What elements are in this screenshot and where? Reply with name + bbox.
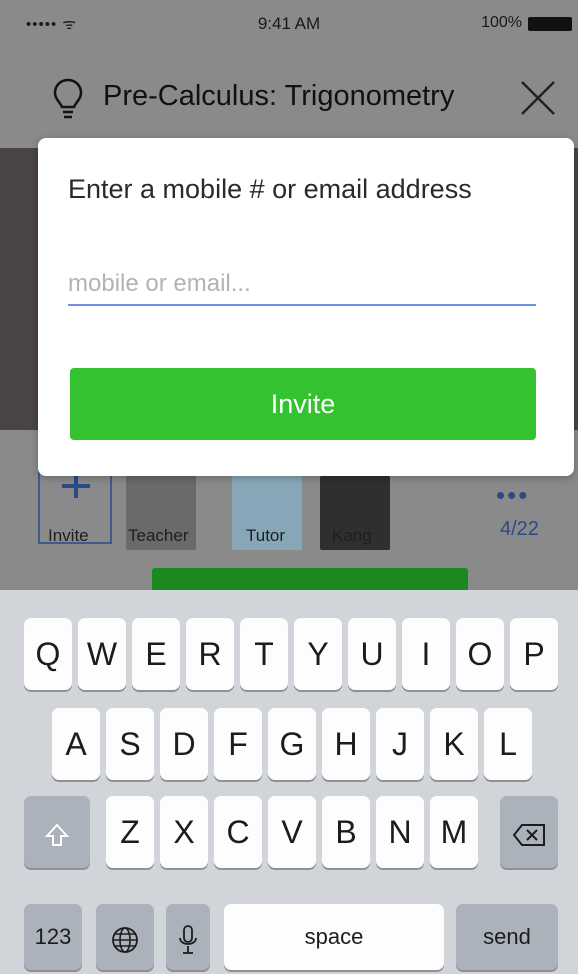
lightbulb-icon [53,78,83,119]
invite-dialog: Enter a mobile # or email address Invite [38,138,574,476]
backspace-icon [512,823,545,846]
key-i[interactable]: I [402,618,450,690]
invite-tile-label: Invite [48,526,89,545]
key-l[interactable]: L [484,708,532,780]
keyboard: Q W E R T Y U I O P A S D F G H J K L Z … [0,590,578,974]
more-members-icon[interactable]: ••• [496,480,529,511]
key-e[interactable]: E [132,618,180,690]
member-label-tutor: Tutor [246,526,286,545]
key-j[interactable]: J [376,708,424,780]
globe-key[interactable] [96,904,154,970]
header: Pre-Calculus: Trigonometry [0,48,578,148]
shift-arrow-icon [44,823,70,846]
invite-prompt: Enter a mobile # or email address [68,174,472,204]
globe-icon [112,926,138,953]
microphone-icon [179,924,197,954]
status-bar: ••••• ᯤ 9:41 AM 100% [0,0,578,48]
key-v[interactable]: V [268,796,316,868]
key-a[interactable]: A [52,708,100,780]
key-n[interactable]: N [376,796,424,868]
numbers-key[interactable]: 123 [24,904,82,970]
key-r[interactable]: R [186,618,234,690]
key-m[interactable]: M [430,796,478,868]
key-t[interactable]: T [240,618,288,690]
close-icon[interactable] [518,78,558,118]
member-label-teacher: Teacher [128,526,189,545]
key-z[interactable]: Z [106,796,154,868]
app-screen: ••••• ᯤ 9:41 AM 100% Pre-Calculus: Trigo… [0,0,578,974]
shift-key[interactable] [24,796,90,868]
member-label-kang: Kang [332,526,372,545]
microphone-key[interactable] [166,904,210,970]
key-d[interactable]: D [160,708,208,780]
key-g[interactable]: G [268,708,316,780]
key-o[interactable]: O [456,618,504,690]
key-k[interactable]: K [430,708,478,780]
page-title: Pre-Calculus: Trigonometry [103,80,455,112]
key-f[interactable]: F [214,708,262,780]
key-c[interactable]: C [214,796,262,868]
key-s[interactable]: S [106,708,154,780]
key-w[interactable]: W [78,618,126,690]
key-y[interactable]: Y [294,618,342,690]
invite-button[interactable]: Invite [70,368,536,440]
space-key[interactable]: space [224,904,444,970]
key-h[interactable]: H [322,708,370,780]
send-key[interactable]: send [456,904,558,970]
member-count: 4/22 [500,518,539,540]
battery-icon [528,17,572,31]
key-x[interactable]: X [160,796,208,868]
battery-percent: 100% [481,14,522,31]
key-p[interactable]: P [510,618,558,690]
mobile-or-email-input[interactable] [68,264,536,306]
key-u[interactable]: U [348,618,396,690]
key-q[interactable]: Q [24,618,72,690]
key-b[interactable]: B [322,796,370,868]
delete-key[interactable] [500,796,558,868]
